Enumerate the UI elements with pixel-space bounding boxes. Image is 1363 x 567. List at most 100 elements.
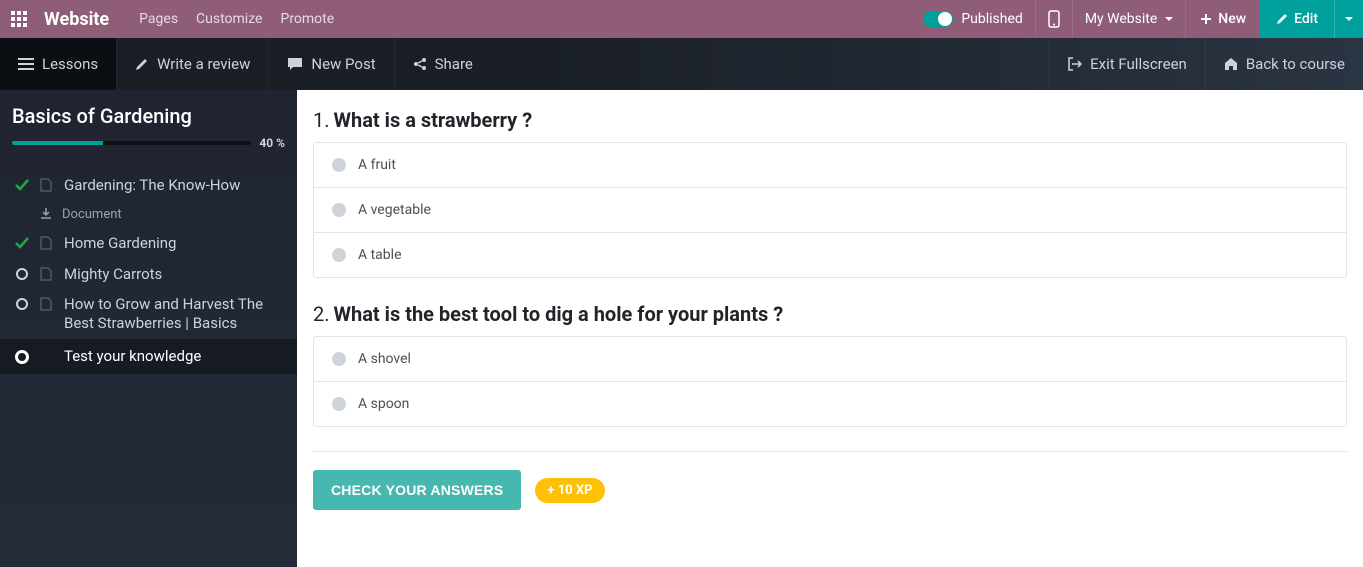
question-2-option-1[interactable]: A shovel (314, 337, 1346, 381)
document-icon (40, 295, 54, 311)
my-website-label: My Website (1085, 11, 1157, 27)
pencil-icon (135, 57, 149, 71)
edit-dropdown[interactable] (1334, 0, 1363, 38)
exit-fullscreen-label: Exit Fullscreen (1090, 55, 1187, 73)
question-1: 1. What is a strawberry ? A fruit A vege… (313, 108, 1347, 278)
tab-share-label: Share (435, 55, 473, 73)
check-answers-button[interactable]: CHECK YOUR ANSWERS (313, 470, 521, 510)
document-icon (40, 234, 54, 250)
radio-icon (332, 203, 346, 217)
question-text: What is the best tool to dig a hole for … (334, 302, 784, 326)
progress-bar (12, 141, 251, 145)
question-1-option-1[interactable]: A fruit (314, 143, 1346, 187)
mobile-icon (1048, 10, 1060, 28)
tab-write-review[interactable]: Write a review (116, 38, 268, 90)
back-to-course-button[interactable]: Back to course (1205, 38, 1363, 90)
option-label: A shovel (358, 351, 411, 367)
chevron-down-icon (1165, 17, 1173, 21)
question-2-option-2[interactable]: A spoon (314, 381, 1346, 426)
question-2: 2. What is the best tool to dig a hole f… (313, 302, 1347, 427)
apps-icon[interactable] (0, 0, 38, 38)
tab-lessons[interactable]: Lessons (0, 38, 116, 90)
ring-icon (16, 268, 28, 280)
my-website-dropdown[interactable]: My Website (1072, 0, 1185, 38)
download-icon (40, 207, 52, 219)
exit-fullscreen-button[interactable]: Exit Fullscreen (1049, 38, 1205, 90)
menu-pages[interactable]: Pages (139, 11, 178, 27)
top-bar: Website Pages Customize Promote Publishe… (0, 0, 1363, 38)
sidebar-item-lesson-3[interactable]: Mighty Carrots (12, 259, 285, 290)
sidebar-item-lesson-1-sub[interactable]: Document (12, 201, 285, 228)
ring-icon (15, 350, 29, 364)
option-label: A vegetable (358, 202, 431, 218)
sidebar-item-lesson-4[interactable]: How to Grow and Harvest The Best Strawbe… (12, 289, 285, 339)
new-label: New (1218, 11, 1246, 27)
mobile-preview-button[interactable] (1035, 0, 1072, 38)
main: Basics of Gardening 40 % Gardening: The … (0, 90, 1363, 567)
tab-lessons-label: Lessons (42, 55, 98, 73)
question-text: What is a strawberry ? (334, 108, 533, 132)
menu-customize[interactable]: Customize (196, 11, 262, 27)
share-icon (413, 57, 427, 71)
ring-icon (16, 298, 28, 310)
lesson-label: How to Grow and Harvest The Best Strawbe… (64, 295, 283, 333)
xp-badge: + 10 XP (535, 478, 604, 503)
course-title: Basics of Gardening (12, 104, 285, 128)
status-incomplete (14, 295, 30, 310)
question-1-option-3[interactable]: A table (314, 232, 1346, 277)
pencil-icon (1276, 13, 1288, 25)
lesson-label: Mighty Carrots (64, 265, 283, 284)
question-2-options: A shovel A spoon (313, 336, 1347, 427)
published-toggle[interactable]: Published (911, 0, 1034, 38)
document-icon (40, 176, 54, 192)
question-number: 2. (313, 302, 330, 326)
progress-percent: 40 % (259, 136, 285, 150)
tab-share[interactable]: Share (394, 38, 491, 90)
document-icon (40, 265, 54, 281)
comment-icon (287, 57, 303, 71)
question-heading: 1. What is a strawberry ? (313, 108, 1347, 132)
divider (313, 451, 1347, 452)
top-bar-left: Website Pages Customize Promote (0, 0, 334, 38)
option-label: A spoon (358, 396, 409, 412)
status-current (14, 347, 30, 364)
home-icon (1224, 57, 1238, 71)
exit-icon (1068, 57, 1082, 71)
sidebar-item-lesson-5[interactable]: Test your knowledge (0, 339, 297, 374)
question-heading: 2. What is the best tool to dig a hole f… (313, 302, 1347, 326)
brand[interactable]: Website (44, 9, 109, 30)
back-to-course-label: Back to course (1246, 55, 1345, 73)
sidebar-item-lesson-1[interactable]: Gardening: The Know-How (12, 170, 285, 201)
top-bar-right: Published My Website New Edit (911, 0, 1363, 38)
lesson-label: Gardening: The Know-How (64, 176, 283, 195)
tab-new-post[interactable]: New Post (268, 38, 393, 90)
radio-icon (332, 158, 346, 172)
lesson-sub-label: Document (62, 207, 122, 222)
new-button[interactable]: New (1185, 0, 1260, 38)
edit-label: Edit (1294, 11, 1318, 27)
published-label: Published (961, 11, 1022, 27)
radio-icon (332, 248, 346, 262)
top-menu: Pages Customize Promote (139, 11, 334, 27)
sidebar-item-lesson-2[interactable]: Home Gardening (12, 228, 285, 259)
menu-promote[interactable]: Promote (280, 11, 334, 27)
edit-button[interactable]: Edit (1260, 0, 1334, 38)
plus-icon (1200, 13, 1212, 25)
content: 1. What is a strawberry ? A fruit A vege… (297, 90, 1363, 567)
sidebar: Basics of Gardening 40 % Gardening: The … (0, 90, 297, 567)
check-icon (14, 234, 30, 249)
option-label: A fruit (358, 157, 396, 173)
question-1-option-2[interactable]: A vegetable (314, 187, 1346, 232)
lesson-label: Home Gardening (64, 234, 283, 253)
tab-new-post-label: New Post (311, 55, 375, 73)
progress-row: 40 % (12, 136, 285, 150)
progress-fill (12, 141, 103, 145)
question-1-options: A fruit A vegetable A table (313, 142, 1347, 278)
tab-write-review-label: Write a review (157, 55, 250, 73)
question-number: 1. (313, 108, 330, 132)
radio-icon (332, 397, 346, 411)
check-icon (14, 176, 30, 191)
status-incomplete (14, 265, 30, 280)
lesson-label: Test your knowledge (64, 347, 285, 366)
radio-icon (332, 352, 346, 366)
